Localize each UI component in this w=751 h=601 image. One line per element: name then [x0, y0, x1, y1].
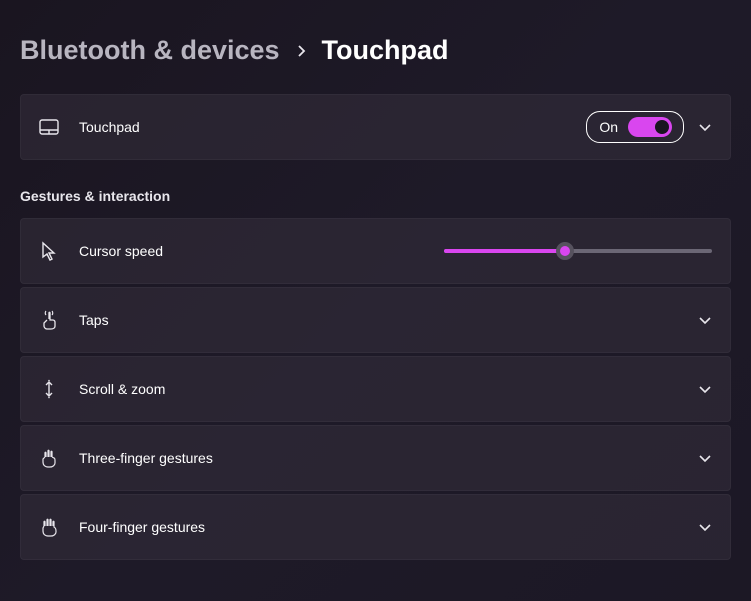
cursor-speed-label: Cursor speed	[79, 243, 444, 259]
scroll-icon	[39, 379, 59, 399]
three-finger-label: Three-finger gestures	[79, 450, 684, 466]
touchpad-toggle-row: Touchpad On	[20, 94, 731, 160]
hand-icon	[39, 517, 59, 537]
chevron-down-icon	[698, 384, 712, 394]
breadcrumb: Bluetooth & devices Touchpad	[20, 35, 731, 66]
taps-label: Taps	[79, 312, 684, 328]
touchpad-toggle-container: On	[586, 111, 684, 143]
cursor-speed-row: Cursor speed	[20, 218, 731, 284]
four-finger-row[interactable]: Four-finger gestures	[20, 494, 731, 560]
touchpad-toggle-state: On	[599, 119, 618, 135]
cursor-speed-slider[interactable]	[444, 241, 712, 261]
chevron-right-icon	[296, 44, 306, 58]
chevron-down-icon	[698, 453, 712, 463]
slider-track	[444, 249, 712, 253]
taps-row[interactable]: Taps	[20, 287, 731, 353]
breadcrumb-parent[interactable]: Bluetooth & devices	[20, 35, 280, 66]
four-finger-label: Four-finger gestures	[79, 519, 684, 535]
touchpad-icon	[39, 117, 59, 137]
chevron-down-icon	[698, 522, 712, 532]
hand-icon	[39, 448, 59, 468]
expand-chevron[interactable]	[698, 122, 712, 132]
breadcrumb-current: Touchpad	[322, 35, 449, 66]
toggle-thumb	[655, 120, 669, 134]
three-finger-row[interactable]: Three-finger gestures	[20, 425, 731, 491]
chevron-down-icon	[698, 315, 712, 325]
slider-fill	[444, 249, 565, 253]
scroll-zoom-row[interactable]: Scroll & zoom	[20, 356, 731, 422]
slider-thumb[interactable]	[556, 242, 574, 260]
touchpad-toggle[interactable]	[628, 117, 672, 137]
cursor-icon	[39, 241, 59, 261]
section-title: Gestures & interaction	[20, 188, 731, 204]
touchpad-label: Touchpad	[79, 119, 586, 135]
scroll-zoom-label: Scroll & zoom	[79, 381, 684, 397]
tap-icon	[39, 310, 59, 330]
